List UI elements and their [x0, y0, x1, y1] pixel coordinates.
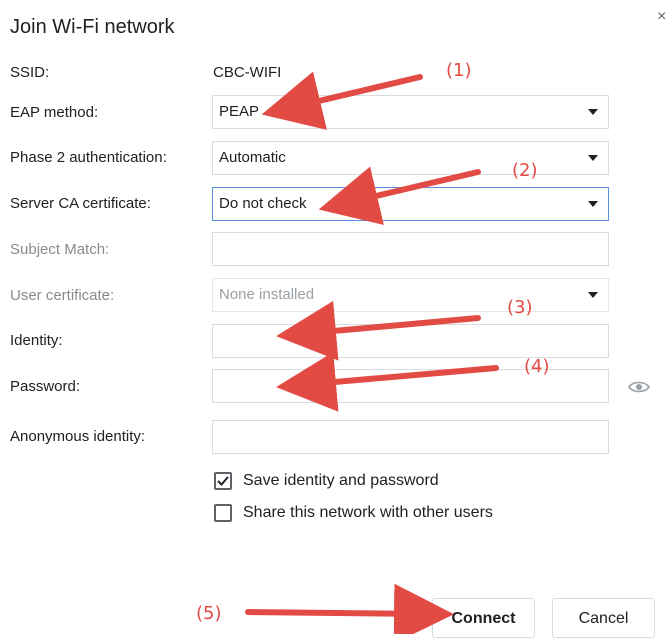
server-ca-value: Do not check: [219, 195, 307, 212]
eye-icon[interactable]: [628, 380, 650, 394]
phase2-label: Phase 2 authentication:: [10, 149, 167, 166]
identity-field[interactable]: [212, 324, 609, 358]
server-ca-select[interactable]: Do not check: [212, 187, 609, 221]
cancel-button[interactable]: Cancel: [552, 598, 655, 638]
eap-method-value: PEAP: [219, 103, 260, 120]
phase2-value: Automatic: [219, 149, 286, 166]
ssid-label: SSID:: [10, 64, 50, 81]
anon-identity-field[interactable]: [212, 420, 609, 454]
share-network-label[interactable]: Share this network with other users: [243, 504, 493, 522]
subject-match-label: Subject Match:: [10, 241, 110, 258]
chevron-down-icon: [588, 292, 598, 298]
checkmark-icon: [217, 476, 229, 486]
user-cert-value: None installed: [219, 286, 315, 303]
user-cert-label: User certificate:: [10, 287, 115, 304]
save-identity-label[interactable]: Save identity and password: [243, 472, 439, 490]
annotation-label-1: (1): [446, 60, 472, 81]
anon-identity-label: Anonymous identity:: [10, 428, 146, 445]
chevron-down-icon: [588, 109, 598, 115]
annotation-arrow-5: [245, 583, 454, 634]
identity-label: Identity:: [10, 332, 63, 349]
close-icon[interactable]: ×: [657, 8, 666, 26]
connect-button[interactable]: Connect: [432, 598, 535, 638]
dialog-title: Join Wi-Fi network: [10, 16, 175, 38]
ssid-value: CBC-WIFI: [213, 64, 282, 81]
subject-match-field[interactable]: [212, 232, 609, 266]
password-field[interactable]: [212, 369, 609, 403]
password-label: Password:: [10, 378, 81, 395]
save-identity-checkbox[interactable]: [214, 472, 232, 490]
chevron-down-icon: [588, 155, 598, 161]
share-network-checkbox[interactable]: [214, 504, 232, 522]
server-ca-label: Server CA certificate:: [10, 195, 151, 212]
phase2-select[interactable]: Automatic: [212, 141, 609, 175]
annotation-label-5: (5): [196, 603, 222, 624]
eap-method-label: EAP method:: [10, 104, 99, 121]
chevron-down-icon: [588, 201, 598, 207]
user-cert-select: None installed: [212, 278, 609, 312]
eap-method-select[interactable]: PEAP: [212, 95, 609, 129]
